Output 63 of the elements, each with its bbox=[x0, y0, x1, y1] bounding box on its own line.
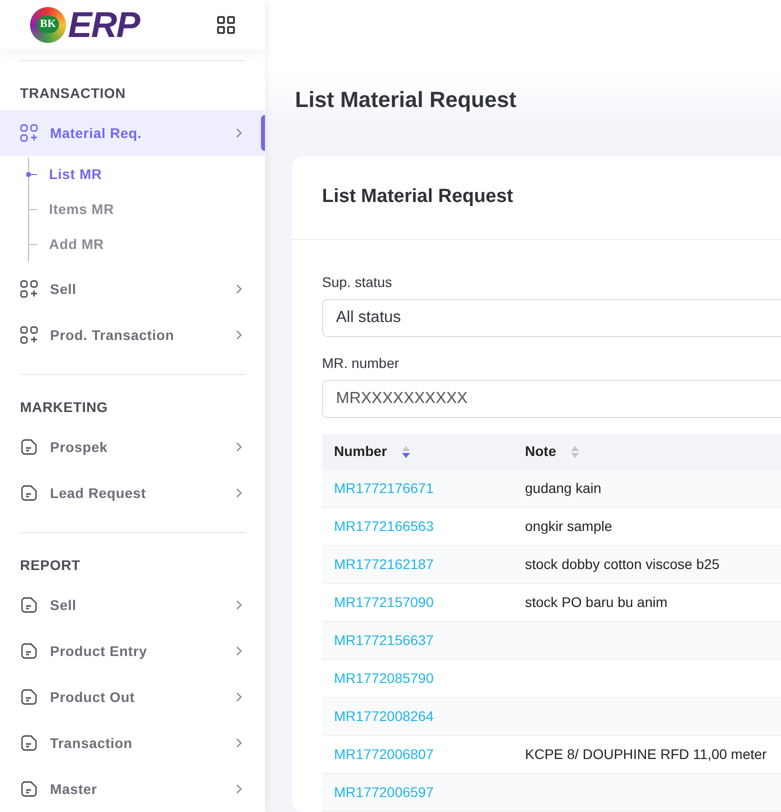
chevron-right-icon bbox=[235, 646, 243, 656]
nav-item[interactable]: Transaction bbox=[0, 720, 265, 766]
section-title: TRANSACTION bbox=[19, 84, 127, 103]
note-cell: stock PO baru bu anim bbox=[525, 594, 668, 610]
chevron-right-icon bbox=[235, 692, 243, 702]
submenu-item[interactable]: List MR bbox=[49, 164, 102, 185]
logo-badge: BK bbox=[30, 6, 66, 42]
chevron-right-icon bbox=[235, 600, 243, 610]
grid-icon[interactable] bbox=[217, 16, 235, 34]
active-indicator bbox=[261, 115, 265, 151]
note-icon bbox=[20, 780, 38, 798]
chevron-right-icon bbox=[235, 442, 243, 452]
mr-number-link[interactable]: MR1772176671 bbox=[334, 480, 434, 496]
page-title: List Material Request bbox=[295, 86, 516, 114]
field-label: MR. number bbox=[322, 354, 400, 372]
column-header[interactable]: Number bbox=[322, 434, 513, 470]
section-title: REPORT bbox=[19, 556, 82, 575]
mr-number-link[interactable]: MR1772162187 bbox=[334, 556, 434, 572]
column-header[interactable]: Note bbox=[513, 434, 781, 470]
mr-number-link[interactable]: MR1772166563 bbox=[334, 518, 434, 534]
nav-item[interactable]: Master bbox=[0, 766, 265, 812]
nav-item[interactable]: Prod. Transaction bbox=[0, 312, 265, 358]
note-cell: gudang kain bbox=[525, 480, 602, 496]
chevron-right-icon bbox=[235, 738, 243, 748]
note-icon bbox=[20, 484, 38, 502]
field-label: Sup. status bbox=[322, 272, 394, 292]
status-select[interactable]: All status bbox=[322, 298, 781, 336]
chevron-right-icon bbox=[235, 488, 243, 498]
submenu-item[interactable]: Add MR bbox=[49, 234, 104, 255]
mr-number-link[interactable]: MR1772157090 bbox=[334, 594, 434, 610]
apps-icon bbox=[20, 280, 38, 298]
note-icon bbox=[20, 438, 38, 456]
note-cell: stock dobby cotton viscose b25 bbox=[525, 556, 720, 572]
number-field[interactable]: MRXXXXXXXXXX bbox=[322, 380, 781, 418]
section-title: MARKETING bbox=[19, 398, 109, 417]
nav-item[interactable]: Product Entry bbox=[0, 628, 265, 674]
apps-icon bbox=[20, 124, 38, 142]
chevron-right-icon bbox=[235, 784, 243, 794]
note-cell: KCPE 8/ DOUPHINE RFD 11,00 meter bbox=[525, 746, 767, 762]
chevron-right-icon bbox=[235, 128, 243, 138]
note-icon bbox=[20, 642, 38, 660]
sort-icon[interactable] bbox=[400, 444, 411, 458]
mr-number-link[interactable]: MR1772006807 bbox=[334, 746, 434, 762]
nav-item[interactable]: Product Out bbox=[0, 674, 265, 720]
chevron-right-icon bbox=[235, 284, 243, 294]
nav-item[interactable]: Sell bbox=[0, 582, 265, 628]
apps-icon bbox=[20, 326, 38, 344]
nav-item[interactable]: Prospek bbox=[0, 424, 265, 470]
chevron-right-icon bbox=[235, 330, 243, 340]
note-icon bbox=[20, 596, 38, 614]
nav-item[interactable]: Sell bbox=[0, 266, 265, 312]
mr-number-link[interactable]: MR1772008264 bbox=[334, 708, 434, 724]
mr-number-link[interactable]: MR1772156637 bbox=[334, 632, 434, 648]
nav-item[interactable]: Material Req. bbox=[0, 110, 265, 156]
mr-number-link[interactable]: MR1772085790 bbox=[334, 670, 434, 686]
mr-number-link[interactable]: MR1772006597 bbox=[334, 784, 434, 800]
note-icon bbox=[20, 688, 38, 706]
note-icon bbox=[20, 734, 38, 752]
card-title: List Material Request bbox=[322, 184, 514, 209]
submenu-item[interactable]: Items MR bbox=[49, 199, 114, 220]
note-cell: ongkir sample bbox=[525, 518, 612, 534]
nav-item[interactable]: Lead Request bbox=[0, 470, 265, 516]
logo-text: ERP bbox=[68, 6, 140, 42]
